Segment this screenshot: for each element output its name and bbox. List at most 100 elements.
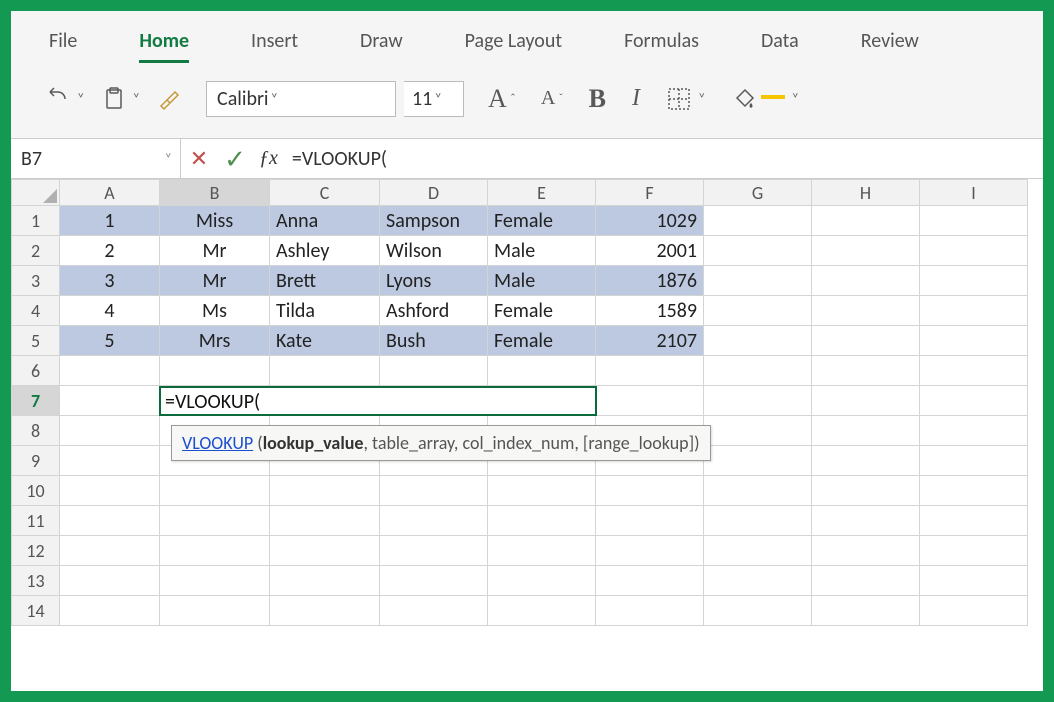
cell[interactable] bbox=[380, 506, 488, 536]
name-box[interactable]: B7 bbox=[11, 139, 181, 178]
cell[interactable] bbox=[704, 506, 812, 536]
cell[interactable] bbox=[488, 536, 596, 566]
row-header[interactable]: 8 bbox=[12, 416, 60, 446]
col-header-I[interactable]: I bbox=[920, 180, 1028, 206]
cell[interactable] bbox=[704, 566, 812, 596]
cell[interactable] bbox=[60, 446, 160, 476]
cell[interactable]: Ashley bbox=[270, 236, 380, 266]
row-header[interactable]: 7 bbox=[12, 386, 60, 416]
cell[interactable]: Lyons bbox=[380, 266, 488, 296]
cell[interactable] bbox=[704, 416, 812, 446]
cell[interactable] bbox=[596, 596, 704, 626]
cell[interactable] bbox=[704, 326, 812, 356]
cell[interactable] bbox=[488, 356, 596, 386]
cell[interactable] bbox=[60, 536, 160, 566]
col-header-H[interactable]: H bbox=[812, 180, 920, 206]
cell[interactable] bbox=[812, 506, 920, 536]
cell[interactable]: Mr bbox=[160, 236, 270, 266]
cell[interactable] bbox=[60, 386, 160, 416]
col-header-E[interactable]: E bbox=[488, 180, 596, 206]
cell[interactable] bbox=[920, 296, 1028, 326]
tab-data[interactable]: Data bbox=[741, 11, 819, 69]
cell[interactable] bbox=[704, 206, 812, 236]
cell[interactable] bbox=[812, 236, 920, 266]
cell[interactable] bbox=[920, 206, 1028, 236]
cell[interactable] bbox=[812, 536, 920, 566]
cell[interactable] bbox=[380, 566, 488, 596]
tab-page-layout[interactable]: Page Layout bbox=[445, 11, 582, 69]
cell[interactable] bbox=[812, 566, 920, 596]
cell[interactable] bbox=[270, 566, 380, 596]
col-header-D[interactable]: D bbox=[380, 180, 488, 206]
tab-formulas[interactable]: Formulas bbox=[604, 11, 719, 69]
row-header[interactable]: 9 bbox=[12, 446, 60, 476]
cell[interactable] bbox=[920, 266, 1028, 296]
cell[interactable] bbox=[596, 536, 704, 566]
select-all-corner[interactable] bbox=[12, 180, 60, 206]
cell[interactable] bbox=[812, 596, 920, 626]
cell[interactable] bbox=[380, 536, 488, 566]
cell[interactable] bbox=[488, 596, 596, 626]
cell[interactable]: Anna bbox=[270, 206, 380, 236]
tab-insert[interactable]: Insert bbox=[231, 11, 318, 69]
cell[interactable]: Miss bbox=[160, 206, 270, 236]
cell[interactable] bbox=[380, 596, 488, 626]
cell[interactable] bbox=[704, 536, 812, 566]
cell[interactable] bbox=[920, 446, 1028, 476]
cell[interactable]: 3 bbox=[60, 266, 160, 296]
cell[interactable]: Wilson bbox=[380, 236, 488, 266]
cell[interactable] bbox=[920, 326, 1028, 356]
cell[interactable] bbox=[812, 206, 920, 236]
cell[interactable]: Female bbox=[488, 326, 596, 356]
cell[interactable] bbox=[812, 296, 920, 326]
cell[interactable] bbox=[60, 566, 160, 596]
cell[interactable]: 1589 bbox=[596, 296, 704, 326]
cell[interactable]: 2 bbox=[60, 236, 160, 266]
undo-button[interactable] bbox=[41, 82, 89, 116]
row-header[interactable]: 3 bbox=[12, 266, 60, 296]
decrease-font-button[interactable]: Aˇ bbox=[537, 83, 567, 114]
format-painter-button[interactable] bbox=[152, 82, 186, 116]
cell[interactable] bbox=[60, 356, 160, 386]
cell[interactable]: 1029 bbox=[596, 206, 704, 236]
cell[interactable] bbox=[160, 566, 270, 596]
cell[interactable] bbox=[270, 476, 380, 506]
cell[interactable] bbox=[920, 416, 1028, 446]
cell[interactable]: Male bbox=[488, 266, 596, 296]
cell[interactable] bbox=[60, 416, 160, 446]
cell[interactable] bbox=[920, 566, 1028, 596]
row-header[interactable]: 14 bbox=[12, 596, 60, 626]
cell[interactable] bbox=[160, 476, 270, 506]
cell[interactable] bbox=[704, 386, 812, 416]
cell-editor[interactable]: =VLOOKUP( bbox=[159, 386, 597, 416]
tab-review[interactable]: Review bbox=[841, 11, 939, 69]
cell[interactable]: Tilda bbox=[270, 296, 380, 326]
row-header[interactable]: 6 bbox=[12, 356, 60, 386]
row-header[interactable]: 2 bbox=[12, 236, 60, 266]
cell[interactable] bbox=[920, 356, 1028, 386]
cell[interactable] bbox=[920, 596, 1028, 626]
cell[interactable] bbox=[812, 446, 920, 476]
tooltip-fn-link[interactable]: VLOOKUP bbox=[182, 432, 253, 454]
row-header[interactable]: 5 bbox=[12, 326, 60, 356]
cell[interactable] bbox=[160, 356, 270, 386]
cell[interactable] bbox=[704, 236, 812, 266]
tab-home[interactable]: Home bbox=[119, 11, 209, 69]
cell[interactable]: 2001 bbox=[596, 236, 704, 266]
tab-file[interactable]: File bbox=[29, 11, 97, 69]
cell[interactable] bbox=[596, 476, 704, 506]
cell[interactable]: 1 bbox=[60, 206, 160, 236]
confirm-button[interactable]: ✓ bbox=[217, 143, 253, 175]
cell[interactable] bbox=[812, 386, 920, 416]
cell[interactable] bbox=[596, 566, 704, 596]
row-header[interactable]: 12 bbox=[12, 536, 60, 566]
cell[interactable] bbox=[920, 236, 1028, 266]
row-header[interactable]: 1 bbox=[12, 206, 60, 236]
cell[interactable] bbox=[704, 596, 812, 626]
cell[interactable] bbox=[270, 596, 380, 626]
spreadsheet-grid[interactable]: A B C D E F G H I 1 1 Miss Anna Sampso bbox=[11, 179, 1043, 691]
cell[interactable] bbox=[812, 266, 920, 296]
fx-icon[interactable]: ƒx bbox=[253, 147, 284, 170]
tab-draw[interactable]: Draw bbox=[340, 11, 423, 69]
cell[interactable] bbox=[380, 476, 488, 506]
